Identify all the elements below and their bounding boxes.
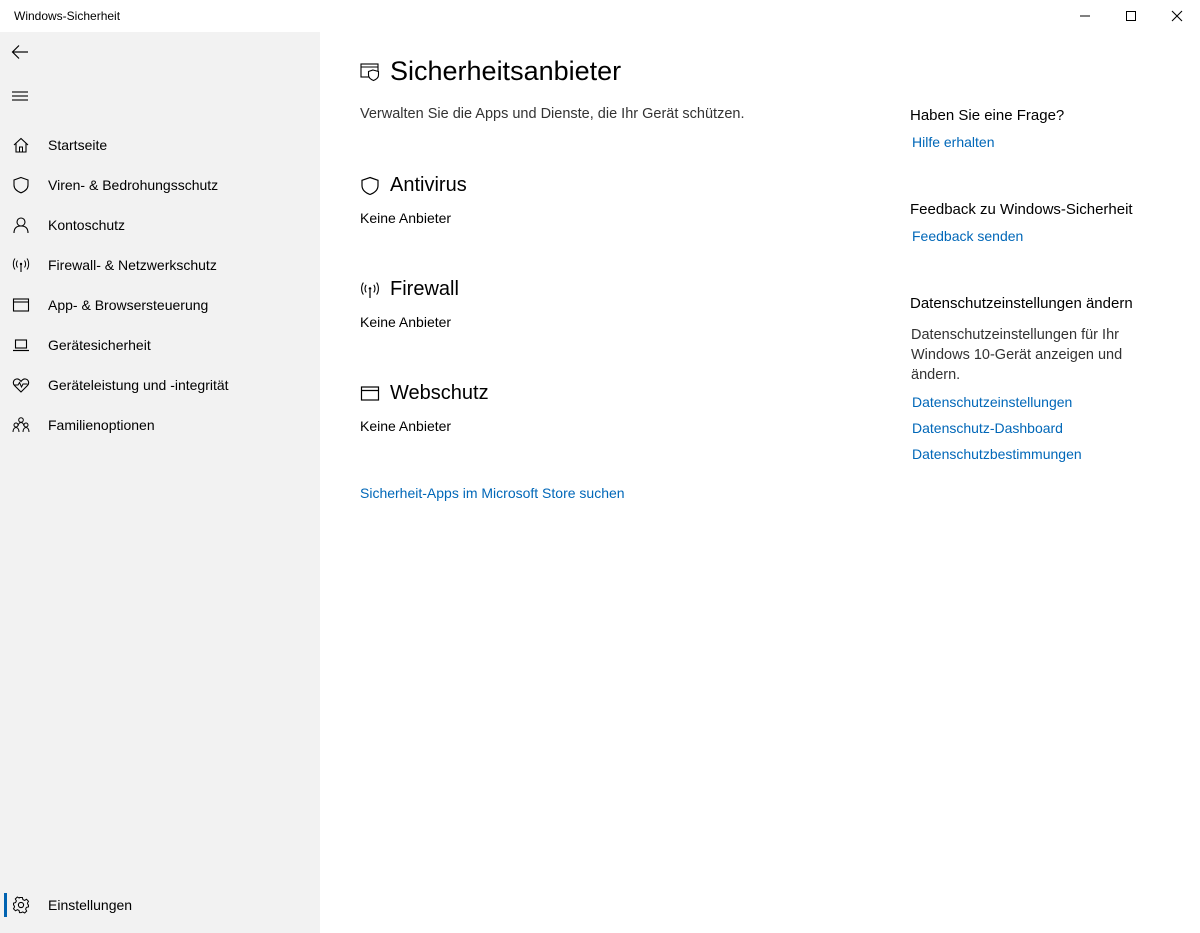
minimize-icon (1080, 15, 1090, 17)
sidebar-item-label: Viren- & Bedrohungsschutz (48, 177, 219, 193)
family-icon (11, 415, 31, 435)
sidebar-item-label: Startseite (48, 137, 108, 153)
back-button[interactable] (8, 40, 32, 64)
gear-icon (11, 895, 31, 915)
sidebar-item-home[interactable]: Startseite (0, 125, 320, 165)
windows-security-window: Windows-Sicherheit Startseite Viren- & B… (0, 0, 1200, 933)
feedback-link[interactable]: Feedback senden (912, 228, 1023, 244)
selection-indicator (4, 893, 7, 917)
maximize-button[interactable] (1108, 0, 1154, 32)
page-description: Verwalten Sie die Apps und Dienste, die … (360, 106, 745, 122)
sidebar-item-label: Kontoschutz (48, 217, 126, 233)
antenna-icon (360, 280, 380, 300)
antivirus-section-header: Antivirus (360, 174, 467, 197)
browser-window-icon (360, 384, 380, 404)
privacy-statement-link[interactable]: Datenschutzbestimmungen (912, 446, 1082, 462)
window-title: Windows-Sicherheit (14, 9, 121, 23)
help-link[interactable]: Hilfe erhalten (912, 134, 995, 150)
webprotection-status: Keine Anbieter (360, 418, 452, 434)
sidebar-item-settings[interactable]: Einstellungen (0, 885, 320, 925)
person-icon (11, 215, 31, 235)
privacy-description: Datenschutzeinstellungen für Ihr Windows… (911, 327, 1123, 383)
sidebar-item-family-options[interactable]: Familienoptionen (0, 405, 320, 445)
minimize-button[interactable] (1062, 0, 1108, 32)
sidebar-item-label: Firewall- & Netzwerkschutz (48, 257, 217, 273)
hamburger-menu-button[interactable] (8, 84, 32, 108)
sidebar-item-device-security[interactable]: Gerätesicherheit (0, 325, 320, 365)
sidebar: Startseite Viren- & Bedrohungsschutz Kon… (0, 32, 320, 933)
maximize-icon (1126, 11, 1136, 21)
sidebar-item-account-protection[interactable]: Kontoschutz (0, 205, 320, 245)
back-arrow-icon (11, 45, 28, 59)
antenna-icon (11, 255, 31, 275)
sidebar-item-label: Einstellungen (48, 897, 133, 913)
firewall-title: Firewall (390, 278, 459, 300)
sidebar-item-app-browser-control[interactable]: App- & Browsersteuerung (0, 285, 320, 325)
sidebar-item-virus-protection[interactable]: Viren- & Bedrohungsschutz (0, 165, 320, 205)
webprotection-title: Webschutz (390, 382, 489, 404)
sidebar-item-label: Geräteleistung und -integrität (48, 377, 229, 393)
heart-pulse-icon (11, 375, 31, 395)
sidebar-item-label: App- & Browsersteuerung (48, 297, 209, 313)
privacy-settings-link[interactable]: Datenschutzeinstellungen (912, 394, 1072, 410)
sidebar-item-device-performance[interactable]: Geräteleistung und -integrität (0, 365, 320, 405)
privacy-heading: Datenschutzeinstellungen ändern (910, 295, 1133, 312)
question-heading: Haben Sie eine Frage? (910, 107, 1065, 124)
close-button[interactable] (1154, 0, 1200, 32)
webprotection-section-header: Webschutz (360, 382, 489, 405)
security-provider-icon (360, 62, 380, 82)
close-icon (1171, 10, 1183, 22)
firewall-section-header: Firewall (360, 278, 459, 301)
sidebar-item-label: Familienoptionen (48, 417, 155, 433)
sidebar-item-label: Gerätesicherheit (48, 337, 151, 353)
main-content: Sicherheitsanbieter Verwalten Sie die Ap… (320, 32, 880, 933)
feedback-heading: Feedback zu Windows-Sicherheit (910, 201, 1133, 218)
antivirus-title: Antivirus (390, 174, 467, 196)
privacy-dashboard-link[interactable]: Datenschutz-Dashboard (912, 420, 1063, 436)
hamburger-icon (12, 91, 28, 101)
firewall-status: Keine Anbieter (360, 314, 452, 330)
home-icon (11, 135, 31, 155)
antivirus-status: Keine Anbieter (360, 210, 452, 226)
title-bar: Windows-Sicherheit (0, 0, 1200, 32)
store-search-link[interactable]: Sicherheit-Apps im Microsoft Store suche… (360, 485, 625, 501)
shield-icon (11, 175, 31, 195)
sidebar-item-firewall[interactable]: Firewall- & Netzwerkschutz (0, 245, 320, 285)
browser-window-icon (11, 295, 31, 315)
page-header: Sicherheitsanbieter (360, 56, 621, 87)
shield-icon (360, 176, 380, 196)
laptop-icon (11, 335, 31, 355)
page-title: Sicherheitsanbieter (390, 56, 622, 86)
